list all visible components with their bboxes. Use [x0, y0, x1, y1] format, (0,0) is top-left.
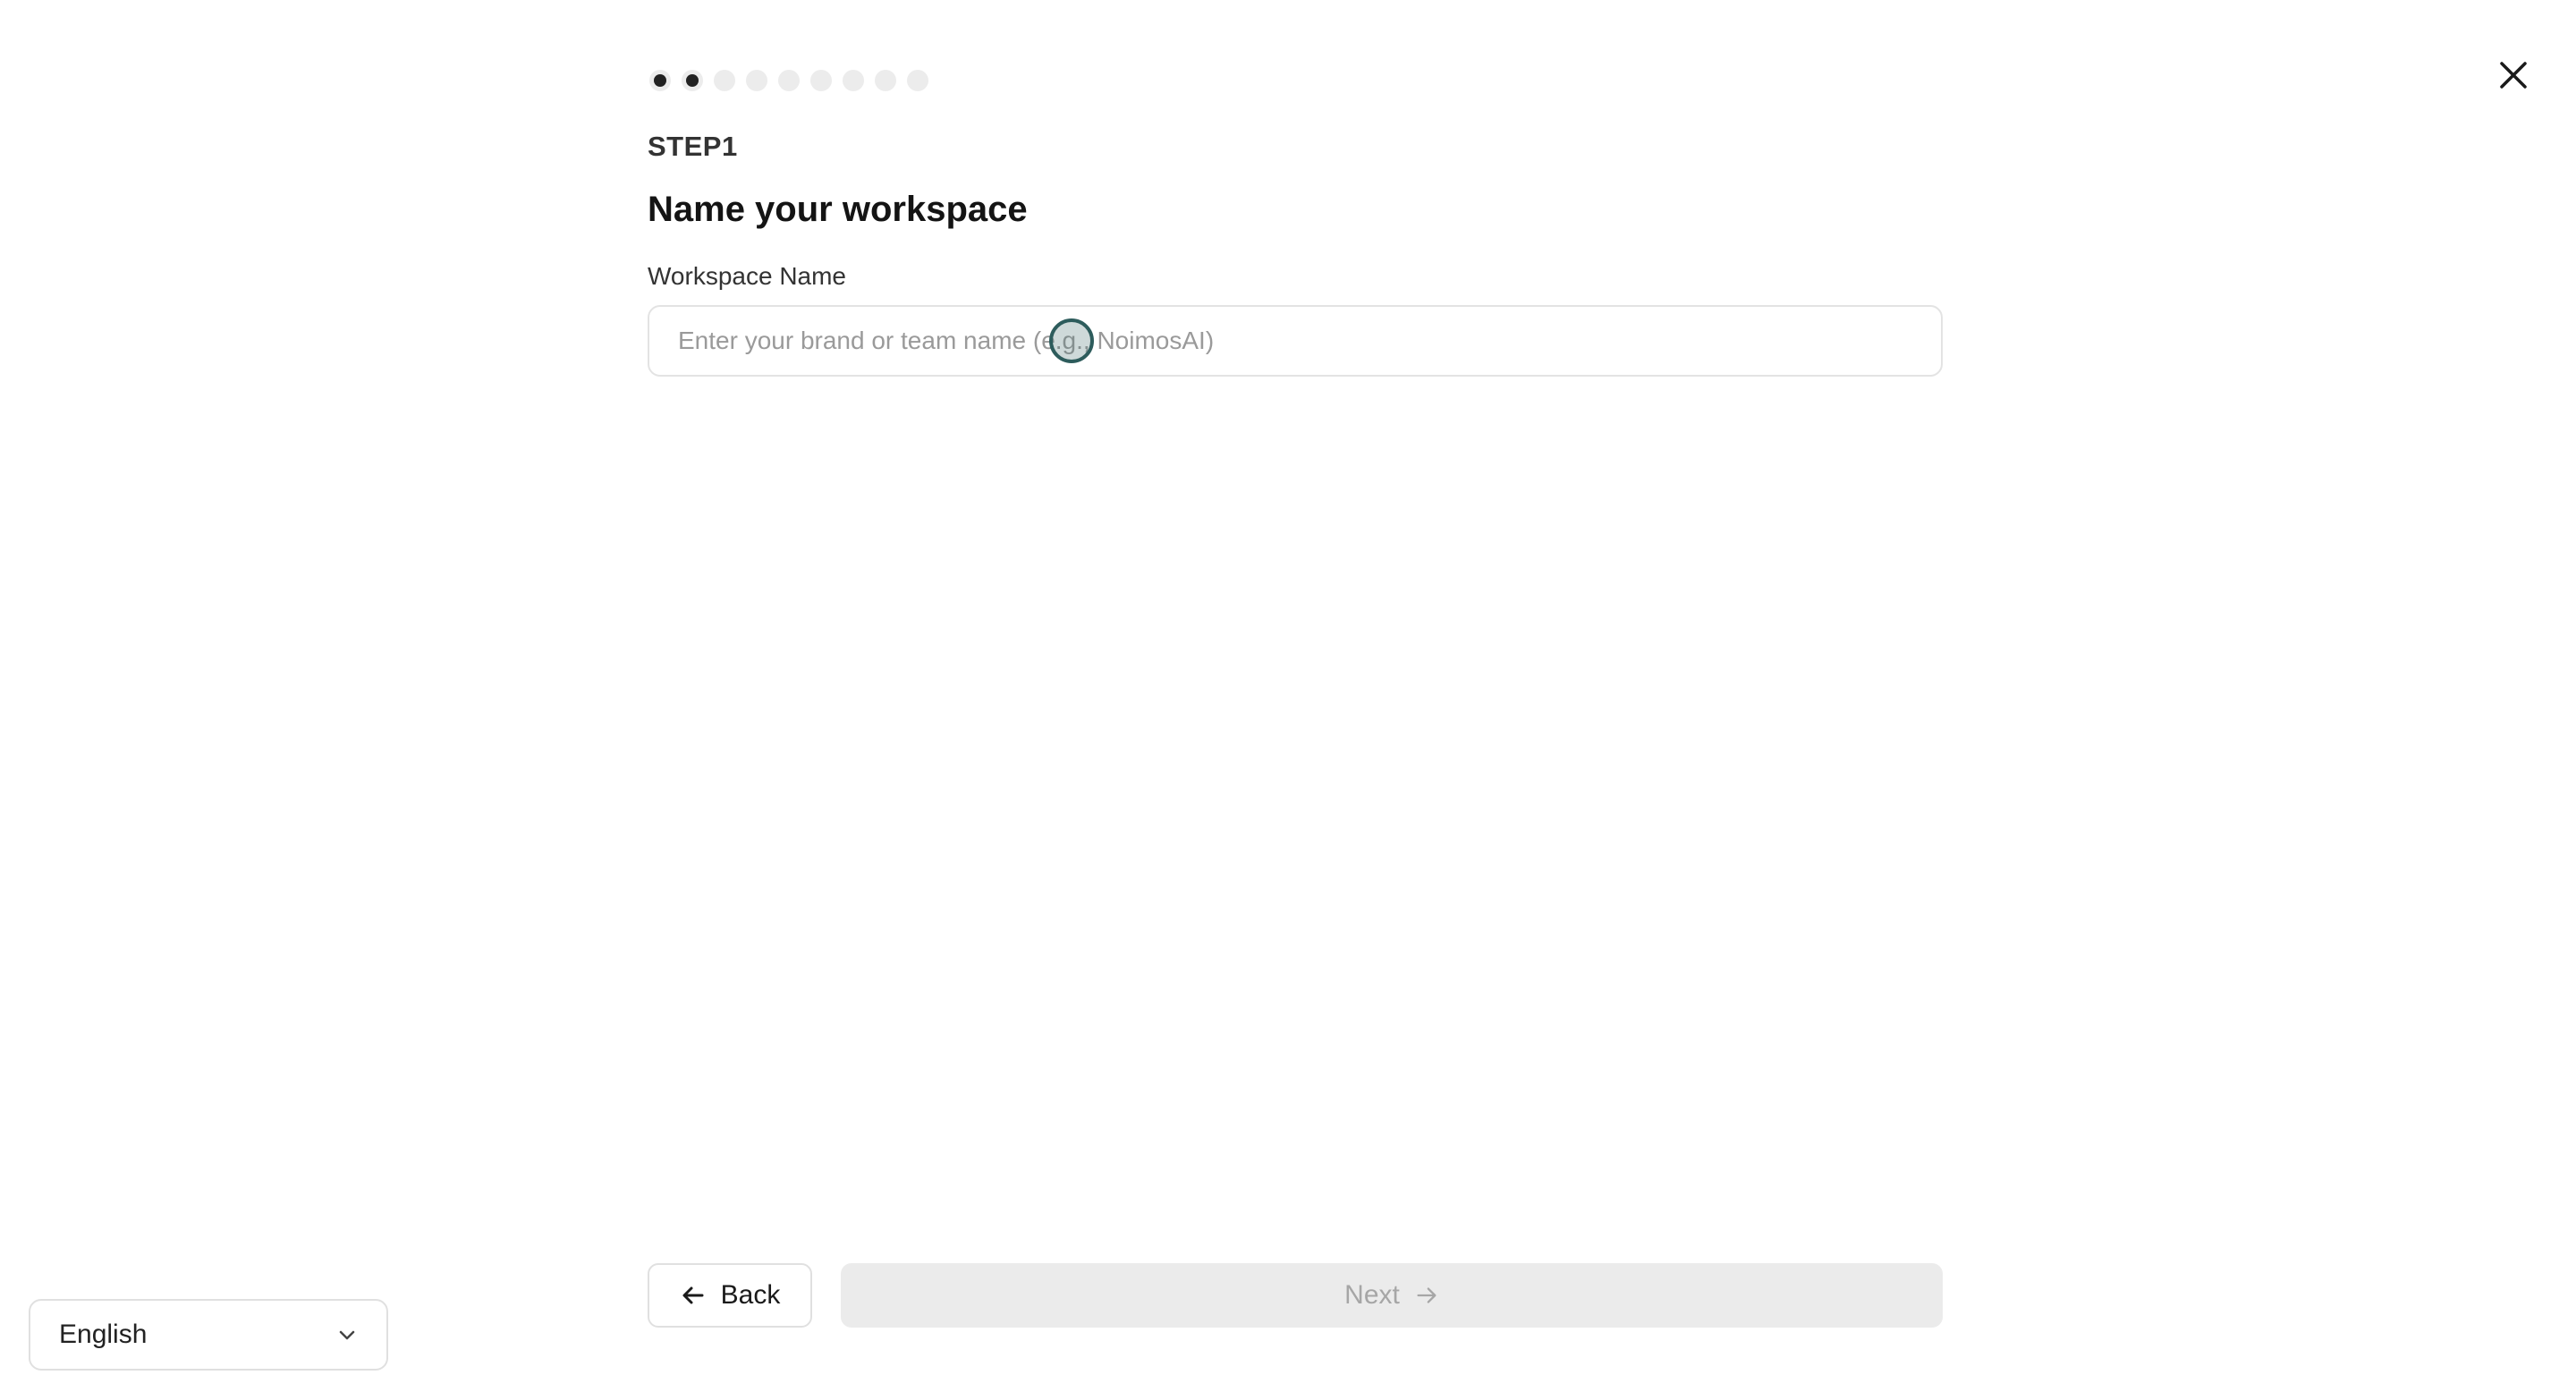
- progress-dot-pending: [907, 70, 928, 91]
- progress-dot-completed: [649, 70, 671, 91]
- workspace-name-input[interactable]: [649, 307, 1941, 375]
- workspace-name-label: Workspace Name: [648, 262, 847, 290]
- progress-dot-pending: [875, 70, 896, 91]
- arrow-left-icon: [680, 1282, 707, 1309]
- step-progress-indicator: [649, 68, 1943, 93]
- wizard-footer-actions: Back Next: [648, 1263, 1943, 1328]
- close-icon: [2498, 60, 2529, 90]
- back-button[interactable]: Back: [648, 1263, 812, 1328]
- progress-dot-pending: [714, 70, 735, 91]
- onboarding-page: STEP1 Name your workspace Workspace Name…: [0, 0, 2576, 1392]
- back-button-label: Back: [720, 1280, 781, 1310]
- progress-dot-pending: [810, 70, 832, 91]
- next-button-label: Next: [1344, 1280, 1400, 1310]
- chevron-down-icon: [336, 1324, 358, 1345]
- step-label: STEP1: [648, 131, 738, 162]
- close-button[interactable]: [2492, 54, 2535, 97]
- page-title: Name your workspace: [648, 190, 1028, 229]
- progress-dot-completed: [682, 70, 703, 91]
- next-button[interactable]: Next: [841, 1263, 1943, 1328]
- language-selected-value: English: [59, 1320, 148, 1349]
- step-content: STEP1 Name your workspace Workspace Name: [648, 68, 1943, 377]
- workspace-name-field-wrapper: [648, 305, 1943, 377]
- language-select[interactable]: English: [29, 1299, 388, 1371]
- progress-dot-pending: [746, 70, 767, 91]
- progress-dot-pending: [778, 70, 800, 91]
- progress-dot-pending: [843, 70, 864, 91]
- arrow-right-icon: [1414, 1283, 1439, 1308]
